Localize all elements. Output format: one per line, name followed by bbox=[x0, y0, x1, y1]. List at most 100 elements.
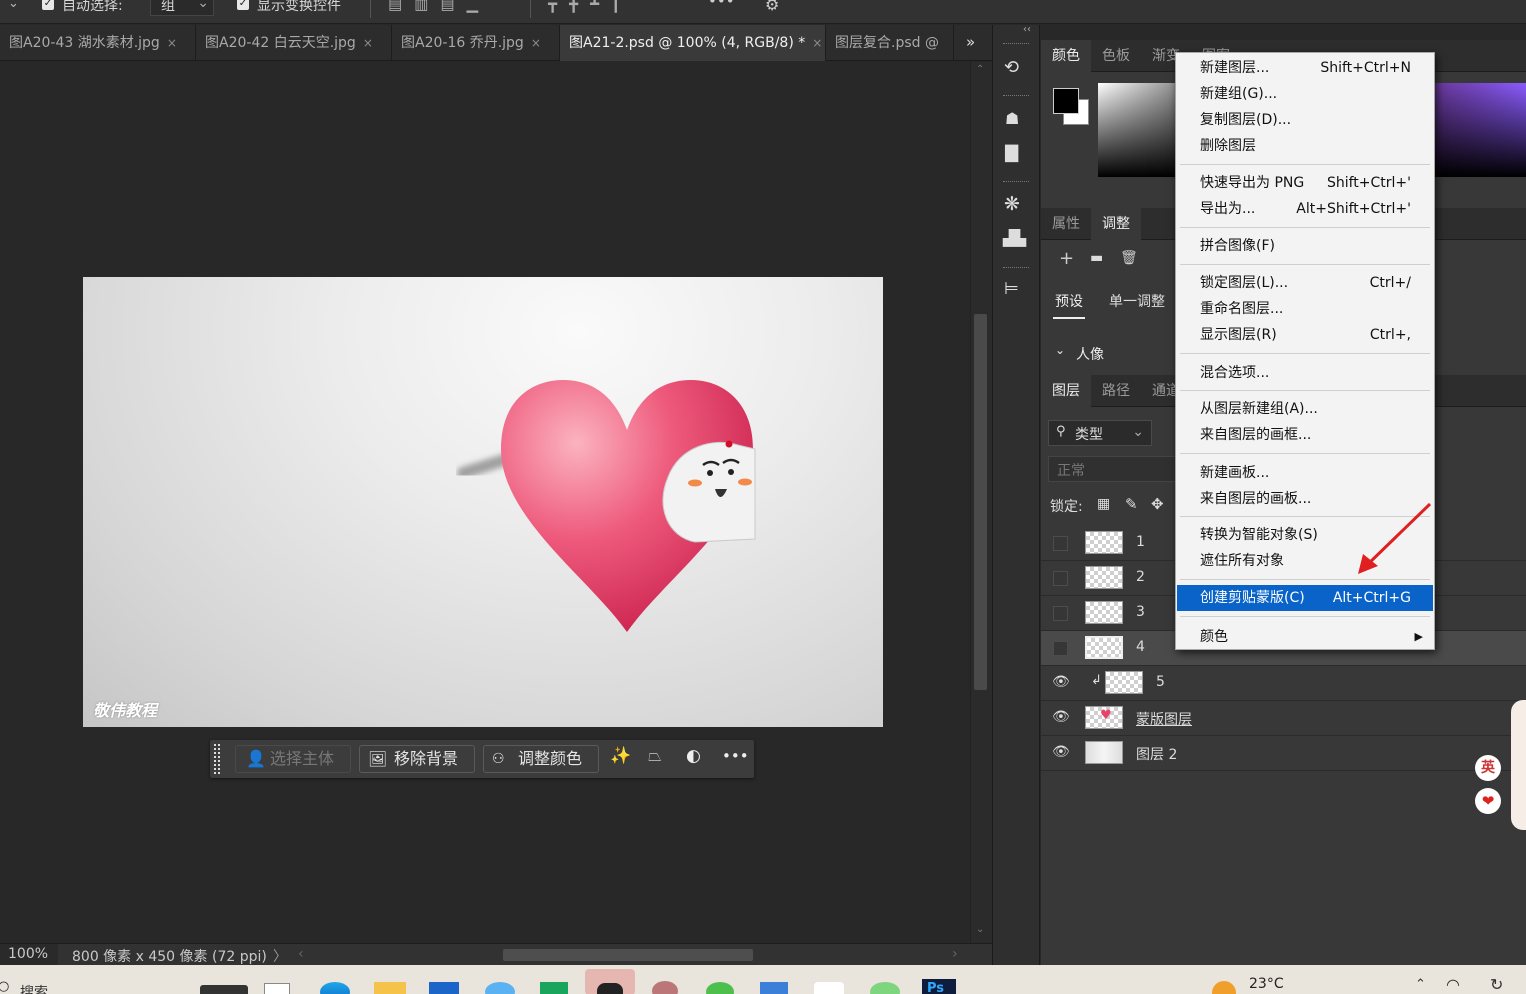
close-icon[interactable]: × bbox=[363, 36, 373, 50]
chevron-down-icon[interactable]: ⌄ bbox=[8, 0, 19, 11]
ime-emoji-icon[interactable]: ❤ bbox=[1475, 788, 1501, 814]
scroll-down-icon[interactable]: ⌄ bbox=[976, 924, 984, 935]
lock-move-icon[interactable]: ✥ bbox=[1151, 495, 1164, 513]
more-options-button[interactable]: ••• bbox=[722, 747, 749, 765]
cc-library-icon[interactable]: ☗ bbox=[1005, 109, 1019, 128]
scroll-up-icon[interactable]: ⌃ bbox=[976, 64, 984, 75]
layer-name[interactable]: 蒙版图层 bbox=[1136, 709, 1192, 729]
qq-icon[interactable] bbox=[585, 969, 635, 994]
menu-item-group-from-layers[interactable]: 从图层新建组(A)... bbox=[1177, 396, 1433, 422]
menu-item-new-layer[interactable]: 新建图层... Shift+Ctrl+N bbox=[1177, 55, 1433, 81]
tray-chevron-icon[interactable]: ⌃ bbox=[1415, 977, 1426, 992]
layer-row[interactable]: 👁 图层 2 bbox=[1041, 736, 1526, 771]
app-icon-leaf[interactable] bbox=[870, 982, 900, 994]
tab-lake[interactable]: 图A20-43 湖水素材.jpg × bbox=[0, 25, 196, 61]
auto-select-checkbox[interactable]: ✓ bbox=[42, 0, 54, 10]
tabs-overflow-icon[interactable]: » bbox=[966, 33, 975, 51]
calendar-icon[interactable] bbox=[760, 982, 788, 994]
scroll-thumb[interactable] bbox=[974, 314, 987, 690]
visibility-toggle[interactable] bbox=[1053, 536, 1068, 551]
tab-paths[interactable]: 路径 bbox=[1091, 375, 1141, 407]
add-icon[interactable]: + bbox=[1059, 248, 1074, 269]
tab-clouds[interactable]: 图A20-42 白云天空.jpg × bbox=[196, 25, 392, 61]
layer-name[interactable]: 1 bbox=[1136, 534, 1145, 550]
distribute-icons[interactable]: ┳╋┻┃ bbox=[548, 0, 632, 13]
scroll-left-icon[interactable]: ‹ bbox=[298, 946, 304, 962]
visibility-toggle[interactable] bbox=[1053, 606, 1068, 621]
taskbar-widget[interactable] bbox=[200, 985, 248, 994]
task-view-icon[interactable] bbox=[264, 983, 290, 994]
zoom-level[interactable]: 100% bbox=[0, 944, 58, 965]
tab-color[interactable]: 颜色 bbox=[1041, 40, 1091, 72]
vertical-scrollbar[interactable]: ⌃ ⌄ bbox=[970, 62, 992, 943]
horizontal-scroll-thumb[interactable] bbox=[503, 949, 753, 961]
lock-transparent-icon[interactable]: ▦ bbox=[1097, 496, 1110, 512]
drag-handle[interactable] bbox=[214, 744, 220, 774]
app-icon-panda[interactable] bbox=[814, 982, 844, 994]
layer-filter-dropdown[interactable]: ⚲ 类型 ⌄ bbox=[1048, 420, 1152, 446]
tab-swatches[interactable]: 色板 bbox=[1091, 40, 1141, 72]
navigator-icon[interactable]: ❋ bbox=[1004, 193, 1020, 215]
weather-temp[interactable]: 23°C bbox=[1249, 976, 1284, 992]
menu-item-lock-layers[interactable]: 锁定图层(L)... Ctrl+/ bbox=[1177, 270, 1433, 296]
history-icon[interactable]: ⟲ bbox=[1004, 57, 1019, 78]
eye-icon[interactable]: 👁 bbox=[1052, 744, 1070, 760]
more-icon[interactable]: ••• bbox=[708, 0, 735, 10]
adjust-color-button[interactable]: ⚇ 调整颜色 bbox=[483, 745, 599, 773]
tab-adjustments[interactable]: 调整 bbox=[1091, 208, 1141, 240]
folder-icon[interactable]: ▬ bbox=[1090, 250, 1103, 266]
layer-name[interactable]: 5 bbox=[1156, 674, 1165, 690]
menu-item-new-group[interactable]: 新建组(G)... bbox=[1177, 81, 1433, 107]
scroll-right-icon[interactable]: › bbox=[952, 946, 958, 962]
eye-icon[interactable]: 👁 bbox=[1052, 674, 1070, 690]
app-icon[interactable] bbox=[485, 982, 515, 994]
edge-icon[interactable] bbox=[320, 982, 350, 994]
trash-icon[interactable]: 🗑 bbox=[1120, 250, 1138, 266]
layer-name[interactable]: 2 bbox=[1136, 569, 1145, 585]
contrast-icon[interactable]: ◐ bbox=[686, 746, 701, 766]
menu-item-duplicate-layer[interactable]: 复制图层(D)... bbox=[1177, 107, 1433, 133]
clone-source-icon[interactable]: ⊨ bbox=[1004, 279, 1019, 299]
comment-icon[interactable]: ▇ bbox=[1005, 143, 1018, 163]
visibility-toggle[interactable] bbox=[1053, 571, 1068, 586]
portrait-group-label[interactable]: 人像 bbox=[1076, 344, 1104, 364]
tab-active-document[interactable]: 图A21-2.psd @ 100% (4, RGB/8) * × bbox=[560, 25, 826, 61]
menu-item-color[interactable]: 颜色 ▶ bbox=[1177, 624, 1433, 650]
transform-icon[interactable]: ⏢ bbox=[648, 746, 662, 766]
visibility-toggle[interactable] bbox=[1053, 641, 1068, 656]
blend-mode-dropdown[interactable]: 正常 bbox=[1048, 456, 1176, 482]
chevron-down-icon[interactable]: ⌄ bbox=[1055, 343, 1065, 357]
tab-layer-comps[interactable]: 图层复合.psd @ bbox=[826, 25, 954, 61]
store-icon[interactable] bbox=[429, 982, 459, 994]
magic-wand-icon[interactable]: ✨ bbox=[610, 746, 631, 766]
auto-select-dropdown[interactable]: 组 ⌄ bbox=[150, 0, 214, 16]
excel-icon[interactable] bbox=[540, 982, 568, 994]
tab-properties[interactable]: 属性 bbox=[1041, 208, 1091, 240]
foreground-color-swatch[interactable] bbox=[1053, 88, 1079, 114]
tab-layers[interactable]: 图层 bbox=[1041, 375, 1091, 407]
menu-item-new-artboard[interactable]: 新建画板... bbox=[1177, 460, 1433, 486]
menu-item-rename-layer[interactable]: 重命名图层... bbox=[1177, 296, 1433, 322]
taskbar-search[interactable]: 搜索 bbox=[20, 982, 48, 994]
tab-jordan[interactable]: 图A20-16 乔丹.jpg × bbox=[392, 25, 560, 61]
menu-item-frame-from-layers[interactable]: 来自图层的画框... bbox=[1177, 422, 1433, 448]
layer-name[interactable]: 4 bbox=[1136, 639, 1145, 655]
document-canvas[interactable]: 敬伟教程 bbox=[83, 277, 883, 727]
close-icon[interactable]: × bbox=[167, 36, 177, 50]
gear-icon[interactable]: ⚙ bbox=[765, 0, 779, 14]
explorer-icon[interactable] bbox=[374, 982, 406, 994]
menu-item-show-layers[interactable]: 显示图层(R) Ctrl+, bbox=[1177, 322, 1433, 348]
subtab-presets[interactable]: 预设 bbox=[1055, 291, 1083, 311]
menu-item-export-as[interactable]: 导出为... Alt+Shift+Ctrl+' bbox=[1177, 196, 1433, 222]
tray-icon[interactable]: ◠ bbox=[1446, 975, 1460, 994]
close-icon[interactable]: × bbox=[531, 36, 541, 50]
histogram-icon[interactable]: ▟▙ bbox=[1003, 229, 1026, 247]
refresh-icon[interactable]: ↻ bbox=[1490, 975, 1503, 994]
photoshop-icon[interactable]: Ps bbox=[922, 979, 956, 994]
search-icon[interactable]: ○ bbox=[0, 979, 9, 994]
menu-item-create-clipping-mask[interactable]: 创建剪贴蒙版(C) Alt+Ctrl+G bbox=[1177, 585, 1433, 611]
select-subject-button[interactable]: 👤 选择主体 bbox=[235, 745, 351, 773]
align-icons[interactable]: ▤▥▤▁ bbox=[388, 0, 490, 13]
layer-name[interactable]: 3 bbox=[1136, 604, 1145, 620]
menu-item-delete-layer[interactable]: 删除图层 bbox=[1177, 133, 1433, 159]
